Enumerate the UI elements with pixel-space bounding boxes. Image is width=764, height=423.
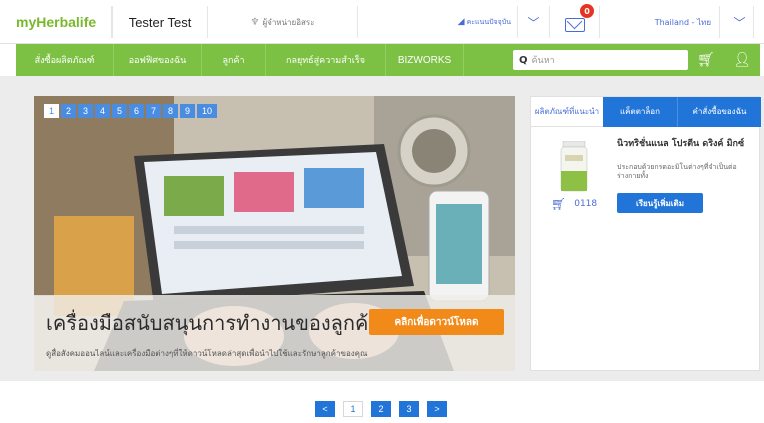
page-2-button[interactable]: 2 — [371, 401, 391, 417]
search-icon: Q — [519, 54, 528, 66]
main-nav: สั่งซื้อผลิตภัณฑ์ ออฟฟิศของฉัน ลูกค้า กล… — [16, 44, 760, 76]
tab-catalog[interactable]: แค็ตตาล็อก — [603, 97, 677, 127]
hero-subtext: ดูสื่อสังคมออนไลน์และเครื่องมือต่างๆที่ใ… — [46, 349, 368, 358]
product-name[interactable]: นิวทริชั่นแนล โปรตีน ดริงค์ มิกซ์ — [617, 139, 757, 150]
mail-badge: 0 — [580, 4, 594, 18]
nav-item-order-products[interactable]: สั่งซื้อผลิตภัณฑ์ — [16, 44, 114, 76]
user-name[interactable]: Tester Test — [112, 6, 208, 38]
store-label: ผู้จำหน่ายอิสระ — [262, 17, 315, 27]
slide-pagination: 1 2 3 4 5 6 7 8 9 10 — [44, 104, 217, 118]
nav-item-customers[interactable]: ลูกค้า — [202, 44, 266, 76]
nav-item-success-strategy[interactable]: กลยุทธ์สู่ความสำเร็จ — [266, 44, 386, 76]
recommendations-panel: ผลิตภัณฑ์ที่แนะนำ แค็ตตาล็อก คำสั่งซื้อข… — [530, 96, 761, 371]
region-selector[interactable]: Thailand - ไทย — [600, 6, 720, 38]
bottom-area: < 1 2 3 > — [0, 381, 764, 423]
store-selector[interactable]: ♆ ผู้จำหน่ายอิสระ — [208, 6, 358, 38]
logo[interactable]: myHerbalife — [16, 6, 112, 38]
mail-button[interactable]: 0 — [550, 4, 600, 38]
slide-page-5[interactable]: 5 — [112, 104, 127, 118]
page-3-button[interactable]: 3 — [399, 401, 419, 417]
product-sku: 🛒︎ 0118 — [551, 197, 597, 211]
tab-my-orders[interactable]: คำสั่งซื้อของฉัน — [677, 97, 761, 127]
search-input[interactable]: Q ค้นหา — [513, 50, 688, 70]
chart-icon: ◢ — [457, 17, 465, 27]
pagination: < 1 2 3 > — [315, 401, 447, 417]
prev-page-button[interactable]: < — [315, 401, 335, 417]
slide-page-3[interactable]: 3 — [78, 104, 93, 118]
profile-icon[interactable]: 👤︎ — [724, 44, 760, 76]
hero-banner[interactable]: 1 2 3 4 5 6 7 8 9 10 เครื่องมือสนับสนุนก… — [34, 96, 515, 371]
product-description: ประกอบด้วยกรดอะมิโนต่างๆที่จำเป็นต่อร่าง… — [617, 163, 737, 180]
slide-page-9[interactable]: 9 — [180, 104, 195, 118]
content-area: 1 2 3 4 5 6 7 8 9 10 เครื่องมือสนับสนุนก… — [0, 76, 764, 381]
tab-recommended-products[interactable]: ผลิตภัณฑ์ที่แนะนำ — [531, 97, 603, 127]
region-dropdown-chevron-icon[interactable]: ﹀ — [726, 6, 754, 38]
hero-caption: เครื่องมือสนับสนุนการทำงานของลูกค้า คลิก… — [34, 295, 515, 371]
slide-page-2[interactable]: 2 — [61, 104, 76, 118]
panel-tabs: ผลิตภัณฑ์ที่แนะนำ แค็ตตาล็อก คำสั่งซื้อข… — [531, 97, 761, 127]
slide-page-6[interactable]: 6 — [129, 104, 144, 118]
points-display[interactable]: ◢ คะแนนปัจจุบัน — [358, 6, 518, 38]
points-label: คะแนนปัจจุบัน — [466, 17, 511, 26]
nav-item-my-office[interactable]: ออฟฟิศของฉัน — [114, 44, 202, 76]
hero-headline: เครื่องมือสนับสนุนการทำงานของลูกค้า — [46, 311, 380, 335]
cart-icon[interactable]: 🛒︎ — [688, 44, 724, 76]
mail-icon — [564, 18, 585, 32]
slide-page-1[interactable]: 1 — [44, 104, 59, 118]
search-placeholder: ค้นหา — [531, 56, 555, 66]
points-dropdown-chevron-icon[interactable]: ﹀ — [518, 6, 550, 38]
slide-page-7[interactable]: 7 — [146, 104, 161, 118]
product-code: 0118 — [574, 199, 598, 209]
download-button[interactable]: คลิกเพื่อดาวน์โหลด — [369, 309, 504, 335]
next-page-button[interactable]: > — [427, 401, 447, 417]
product-image — [560, 141, 588, 192]
slide-page-8[interactable]: 8 — [163, 104, 178, 118]
learn-more-button[interactable]: เรียนรู้เพิ่มเติม — [617, 193, 703, 213]
slide-page-10[interactable]: 10 — [197, 104, 217, 118]
add-to-cart-icon[interactable]: 🛒︎ — [551, 197, 566, 211]
nav-item-bizworks[interactable]: BIZWORKS — [386, 44, 464, 76]
slide-page-4[interactable]: 4 — [95, 104, 110, 118]
store-icon: ♆ — [250, 16, 260, 28]
top-bar: myHerbalife Tester Test ♆ ผู้จำหน่ายอิสร… — [0, 0, 764, 44]
page-1-button[interactable]: 1 — [343, 401, 363, 417]
